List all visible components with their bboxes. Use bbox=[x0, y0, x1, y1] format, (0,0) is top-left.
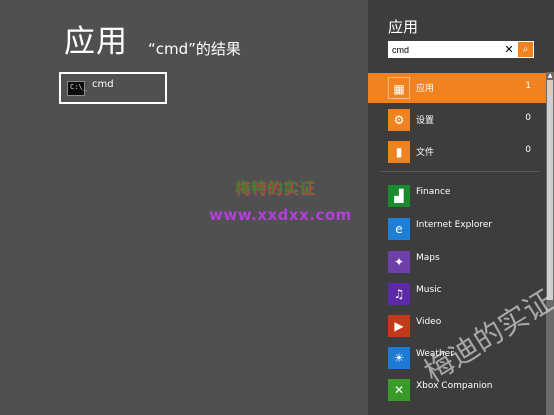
app-item-finance[interactable]: ▟ Finance bbox=[368, 181, 547, 213]
search-go-button[interactable]: ⌕ bbox=[518, 42, 533, 57]
scope-label: 应用 bbox=[416, 84, 435, 94]
result-label: cmd bbox=[92, 79, 114, 90]
scope-count: 1 bbox=[525, 81, 531, 91]
scope-files[interactable]: ▮ 文件 0 bbox=[368, 137, 547, 167]
scope-label: 设置 bbox=[416, 116, 435, 126]
app-label: Internet Explorer bbox=[416, 220, 493, 230]
scope-count: 0 bbox=[525, 113, 531, 123]
app-item-maps[interactable]: ✦ Maps bbox=[368, 247, 547, 279]
search-input[interactable] bbox=[388, 41, 500, 58]
settings-gear-icon: ⚙ bbox=[388, 109, 410, 131]
music-headphones-icon: ♫ bbox=[388, 283, 410, 305]
document-icon: ▮ bbox=[388, 141, 410, 163]
maps-icon: ✦ bbox=[388, 251, 410, 273]
app-label: Music bbox=[416, 285, 442, 295]
scroll-up-arrow-icon[interactable]: ▲ bbox=[546, 72, 554, 80]
search-box: ✕ ⌕ bbox=[388, 41, 534, 58]
apps-keyboard-icon: ▦ bbox=[388, 77, 410, 99]
app-label: Xbox Companion bbox=[416, 381, 493, 391]
app-label: Finance bbox=[416, 187, 451, 197]
page-title: 应用 bbox=[64, 24, 128, 60]
result-tile-cmd[interactable]: C:\_ cmd bbox=[59, 72, 167, 104]
app-label: Maps bbox=[416, 253, 440, 263]
search-results-pane: 应用 “cmd”的结果 C:\_ cmd 梅特的实证 www.xxdxx.com bbox=[0, 0, 368, 415]
results-for-label: “cmd”的结果 bbox=[148, 40, 241, 58]
charm-title: 应用 bbox=[388, 18, 419, 36]
watermark-text-url: www.xxdxx.com bbox=[209, 206, 352, 224]
app-label: Video bbox=[416, 317, 442, 327]
scope-apps[interactable]: ▦ 应用 1 bbox=[368, 73, 547, 103]
divider bbox=[380, 171, 540, 172]
scrollbar-thumb[interactable] bbox=[547, 80, 553, 300]
watermark-text-cn: 梅特的实证 bbox=[235, 179, 316, 197]
scope-count: 0 bbox=[525, 145, 531, 155]
clear-search-button[interactable]: ✕ bbox=[502, 41, 516, 58]
app-item-xbox-companion[interactable]: ✕ Xbox Companion bbox=[368, 375, 547, 407]
finance-chart-icon: ▟ bbox=[388, 185, 410, 207]
command-prompt-icon: C:\_ bbox=[67, 81, 87, 96]
weather-sun-icon: ☀ bbox=[388, 347, 410, 369]
internet-explorer-icon: e bbox=[388, 218, 410, 240]
app-item-internet-explorer[interactable]: e Internet Explorer bbox=[368, 214, 547, 246]
video-icon: ▶ bbox=[388, 315, 410, 337]
xbox-icon: ✕ bbox=[388, 379, 410, 401]
scope-label: 文件 bbox=[416, 148, 435, 158]
scope-settings[interactable]: ⚙ 设置 0 bbox=[368, 105, 547, 135]
